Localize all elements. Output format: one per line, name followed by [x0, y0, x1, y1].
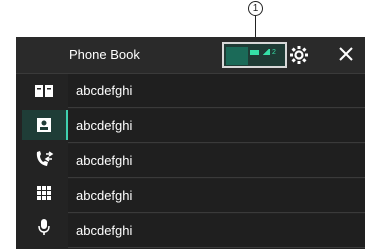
battery-icon	[250, 49, 259, 55]
close-icon	[339, 47, 353, 61]
contacts-icon	[37, 118, 51, 132]
sidebar-item-keypad[interactable]	[22, 178, 66, 208]
status-highlight	[226, 47, 248, 65]
list-item[interactable]: abcdefghi	[68, 109, 365, 143]
list-item[interactable]: abcdefghi	[68, 74, 365, 108]
status-count: 2	[272, 48, 276, 56]
list-item[interactable]: abcdefghi	[68, 214, 365, 248]
gear-icon	[290, 46, 308, 64]
list-item-label: abcdefghi	[76, 153, 133, 168]
status-indicator: 2	[222, 42, 287, 68]
list-item-label: abcdefghi	[76, 223, 133, 238]
settings-button[interactable]	[289, 45, 309, 65]
sidebar-item-phonebook[interactable]	[22, 76, 66, 106]
list-item[interactable]: abcdefghi	[68, 179, 365, 213]
sidebar-item-call-history[interactable]	[22, 144, 66, 174]
phone-book-screen: Phone Book 2 abcdefghi abcdefghi abcdefg…	[16, 37, 365, 249]
phonebook-icon	[35, 85, 53, 97]
list-item-label: abcdefghi	[76, 118, 133, 133]
call-history-icon	[36, 151, 54, 166]
contact-list: abcdefghi abcdefghi abcdefghi abcdefghi …	[68, 74, 365, 249]
keypad-icon	[37, 186, 51, 200]
microphone-icon	[38, 219, 50, 235]
callout-line	[255, 16, 256, 38]
sidebar-item-voice[interactable]	[22, 212, 66, 242]
header-bar: Phone Book 2	[16, 37, 365, 74]
close-button[interactable]	[335, 43, 357, 65]
list-item-label: abcdefghi	[76, 188, 133, 203]
page-title: Phone Book	[69, 47, 140, 62]
sidebar-item-contacts[interactable]	[22, 110, 69, 140]
list-item[interactable]: abcdefghi	[68, 144, 365, 178]
sidebar	[16, 74, 69, 249]
callout-number: 1	[248, 1, 263, 16]
status-icons: 2	[250, 48, 276, 56]
signal-icon	[261, 49, 270, 55]
list-item-label: abcdefghi	[76, 83, 133, 98]
